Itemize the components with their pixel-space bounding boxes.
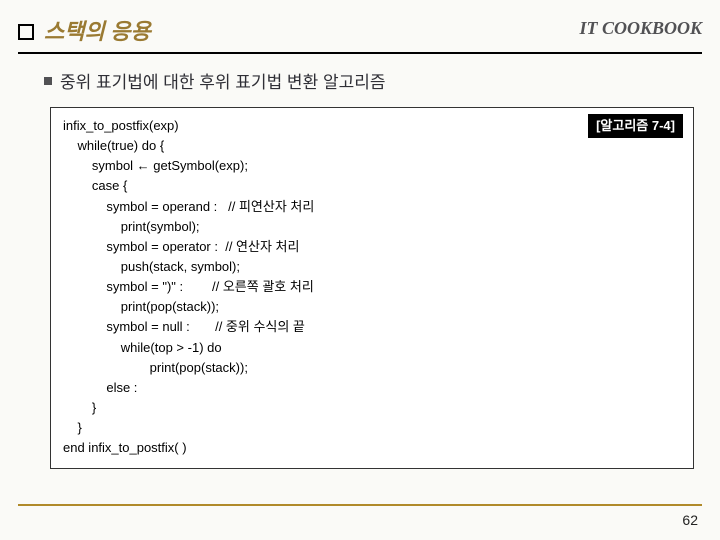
code-line: end infix_to_postfix( ) bbox=[63, 438, 681, 458]
code-line: while(true) do { bbox=[63, 136, 681, 156]
code-line: symbol ← getSymbol(exp); bbox=[63, 156, 681, 176]
algorithm-badge: [알고리즘 7-4] bbox=[588, 114, 683, 138]
code-line: symbol = ")" : // 오른쪽 괄호 처리 bbox=[63, 277, 681, 297]
main-title: 스택의 응용 bbox=[44, 14, 151, 46]
code-line: case { bbox=[63, 176, 681, 196]
code-line: symbol = operand : // 피연산자 처리 bbox=[63, 197, 681, 217]
code-line: } bbox=[63, 398, 681, 418]
subheading-row: 중위 표기법에 대한 후위 표기법 변환 알고리즘 bbox=[44, 68, 702, 93]
algorithm-box: [알고리즘 7-4] infix_to_postfix(exp) while(t… bbox=[50, 107, 694, 469]
code-line: print(pop(stack)); bbox=[63, 297, 681, 317]
subheading: 중위 표기법에 대한 후위 표기법 변환 알고리즘 bbox=[60, 68, 386, 93]
title-left: 스택의 응용 bbox=[18, 14, 151, 46]
title-row: 스택의 응용 IT COOKBOOK bbox=[18, 14, 702, 46]
code-line: print(pop(stack)); bbox=[63, 358, 681, 378]
code-line: while(top > -1) do bbox=[63, 338, 681, 358]
code-line: else : bbox=[63, 378, 681, 398]
title-divider bbox=[18, 52, 702, 54]
code-line: push(stack, symbol); bbox=[63, 257, 681, 277]
code-line: } bbox=[63, 418, 681, 438]
brand-label: IT COOKBOOK bbox=[579, 18, 702, 39]
code-line: symbol = null : // 중위 수식의 끝 bbox=[63, 317, 681, 337]
footer-divider bbox=[18, 504, 702, 506]
code-line: symbol = operator : // 연산자 처리 bbox=[63, 237, 681, 257]
page-number: 62 bbox=[682, 512, 698, 528]
code-line: print(symbol); bbox=[63, 217, 681, 237]
small-square-bullet-icon bbox=[44, 77, 52, 85]
square-bullet-icon bbox=[18, 24, 34, 40]
